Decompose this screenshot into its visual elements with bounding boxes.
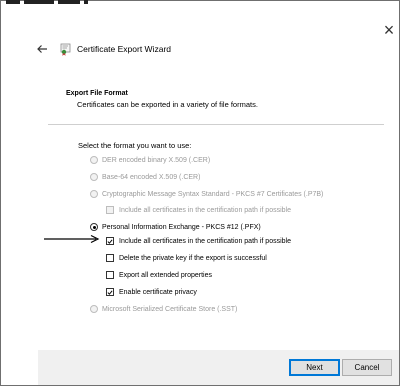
top-cropped-text xyxy=(6,0,96,6)
checkmark-icon xyxy=(107,289,113,295)
option-base64[interactable]: Base-64 encoded X.509 (.CER) xyxy=(90,173,200,181)
option-sst[interactable]: Microsoft Serialized Certificate Store (… xyxy=(90,305,237,313)
option-pfx-include-all[interactable]: Include all certificates in the certific… xyxy=(106,237,291,245)
pfx-delete-key-label: Delete the private key if the export is … xyxy=(119,254,267,262)
base64-radio[interactable] xyxy=(90,173,98,181)
option-pkcs7[interactable]: Cryptographic Message Syntax Standard - … xyxy=(90,190,323,198)
option-pfx-privacy[interactable]: Enable certificate privacy xyxy=(106,288,197,296)
pkcs7-include-all-label: Include all certificates in the certific… xyxy=(119,206,291,214)
pfx-label: Personal Information Exchange - PKCS #12… xyxy=(102,223,261,231)
section-subtitle: Certificates can be exported in a variet… xyxy=(77,100,258,109)
pkcs7-label: Cryptographic Message Syntax Standard - … xyxy=(102,190,324,198)
der-label: DER encoded binary X.509 (.CER) xyxy=(102,156,211,164)
pkcs7-radio[interactable] xyxy=(90,190,98,198)
header-divider xyxy=(48,124,384,125)
option-pfx-export-props[interactable]: Export all extended properties xyxy=(106,271,212,279)
certificate-icon xyxy=(60,43,71,56)
back-arrow-icon[interactable] xyxy=(36,43,48,55)
section-title: Export File Format xyxy=(66,90,128,97)
pfx-include-all-label: Include all certificates in the certific… xyxy=(119,237,291,245)
pfx-include-all-checkbox[interactable] xyxy=(106,237,114,245)
pointer-arrow-icon xyxy=(44,234,100,244)
format-prompt: Select the format you want to use: xyxy=(78,141,192,150)
cancel-button[interactable]: Cancel xyxy=(342,359,392,376)
option-pfx-delete-key[interactable]: Delete the private key if the export is … xyxy=(106,254,267,262)
checkmark-icon xyxy=(107,238,113,244)
pfx-privacy-checkbox[interactable] xyxy=(106,288,114,296)
pfx-delete-key-checkbox[interactable] xyxy=(106,254,114,262)
option-pfx[interactable]: Personal Information Exchange - PKCS #12… xyxy=(90,223,261,231)
next-button[interactable]: Next xyxy=(289,359,340,376)
der-radio[interactable] xyxy=(90,156,98,164)
pfx-export-props-checkbox[interactable] xyxy=(106,271,114,279)
option-pkcs7-include-all[interactable]: Include all certificates in the certific… xyxy=(106,206,291,214)
pfx-export-props-label: Export all extended properties xyxy=(119,271,212,279)
pfx-radio[interactable] xyxy=(90,223,98,231)
sst-label: Microsoft Serialized Certificate Store (… xyxy=(102,305,238,313)
pkcs7-include-all-checkbox[interactable] xyxy=(106,206,114,214)
option-der[interactable]: DER encoded binary X.509 (.CER) xyxy=(90,156,210,164)
close-icon[interactable]: × xyxy=(380,21,398,39)
pfx-privacy-label: Enable certificate privacy xyxy=(119,288,197,296)
wizard-title: Certificate Export Wizard xyxy=(77,44,171,54)
base64-label: Base-64 encoded X.509 (.CER) xyxy=(102,173,201,181)
sst-radio[interactable] xyxy=(90,305,98,313)
